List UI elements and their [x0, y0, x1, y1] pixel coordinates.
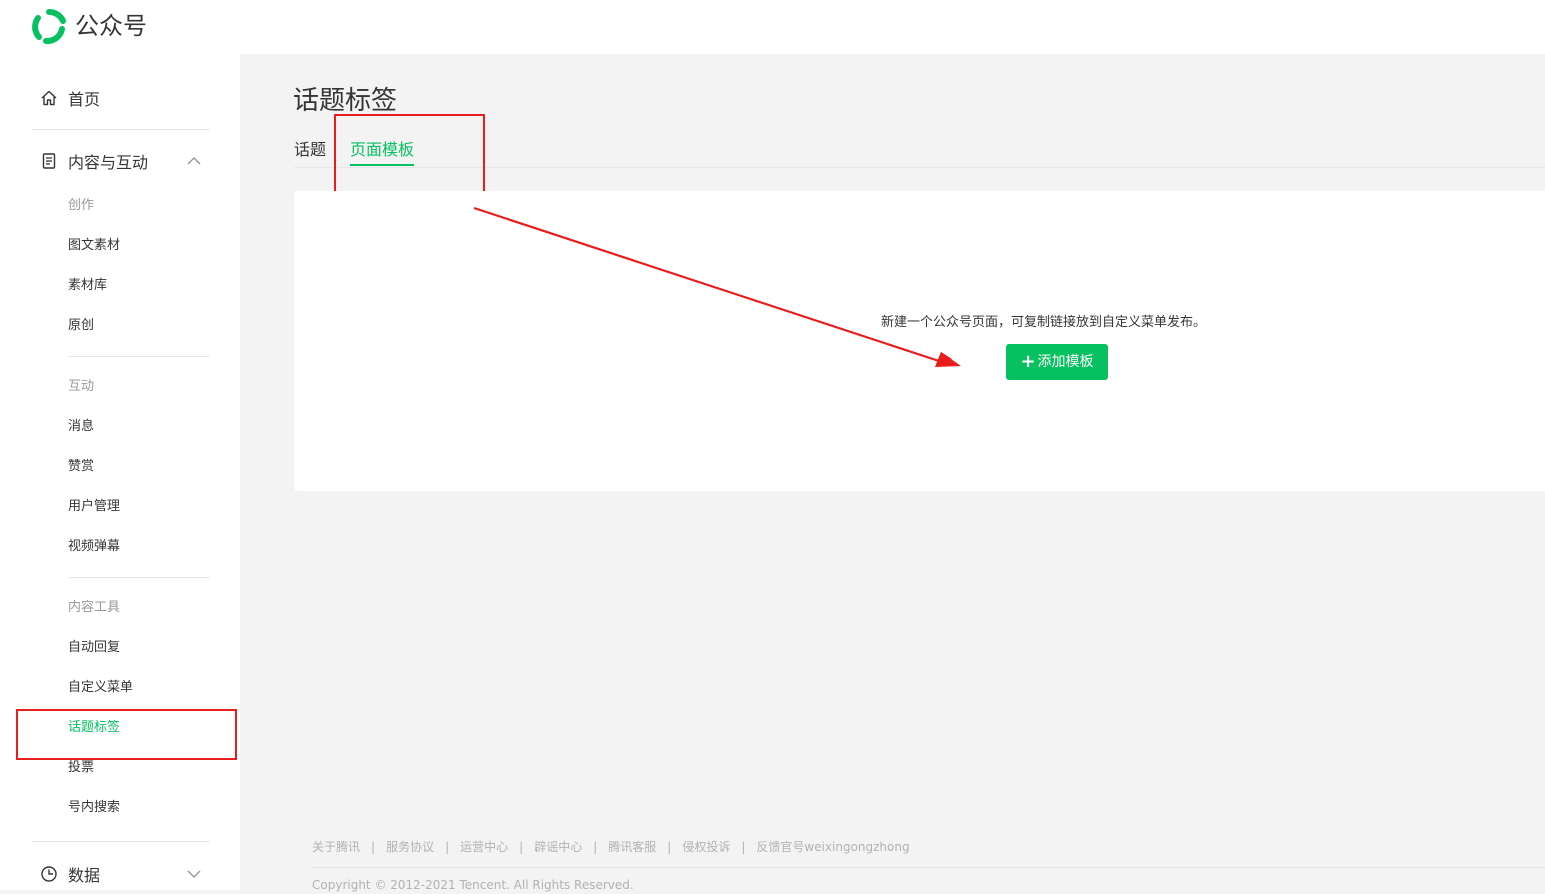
- sidebar-divider: [32, 841, 210, 842]
- sidebar-item-material-library[interactable]: 素材库: [68, 276, 107, 296]
- page-title: 话题标签: [293, 86, 398, 116]
- footer-link-infringement[interactable]: 侵权投诉: [682, 838, 730, 856]
- footer-separator: |: [667, 840, 672, 854]
- sidebar-highlight-box: [16, 709, 237, 760]
- footer-link-service-agreement[interactable]: 服务协议: [386, 838, 434, 856]
- footer-link-operation-center[interactable]: 运营中心: [460, 838, 508, 856]
- footer-separator: |: [741, 840, 746, 854]
- template-panel: 新建一个公众号页面，可复制链接放到自定义菜单发布。 + 添加模板: [294, 191, 1545, 491]
- sidebar-item-article-material[interactable]: 图文素材: [68, 236, 120, 256]
- sidebar-item-original[interactable]: 原创: [68, 316, 94, 336]
- footer-separator: |: [519, 840, 524, 854]
- wechat-official-logo-icon[interactable]: [30, 9, 68, 45]
- sidebar-group-create: 创作: [68, 198, 95, 213]
- clock-icon: [40, 865, 58, 883]
- footer-link-customer-service[interactable]: 腾讯客服: [608, 838, 656, 856]
- sidebar: 首页 内容与互动 创作 图文素材 素材库 原创 互动 消息 赞赏 用户管理 视频…: [0, 54, 240, 890]
- add-template-button[interactable]: + 添加模板: [1006, 344, 1108, 380]
- sidebar-item-messages[interactable]: 消息: [68, 417, 94, 437]
- chevron-up-icon[interactable]: [186, 153, 202, 169]
- footer-link-rumor-center[interactable]: 辟谣中心: [534, 838, 582, 856]
- sidebar-item-in-account-search[interactable]: 号内搜索: [68, 798, 120, 818]
- sidebar-item-content-interaction[interactable]: 内容与互动: [32, 141, 210, 181]
- sidebar-item-custom-menu[interactable]: 自定义菜单: [68, 678, 133, 698]
- tab-highlight-box: [334, 114, 485, 196]
- document-icon: [40, 152, 58, 170]
- footer-separator: |: [445, 840, 450, 854]
- sidebar-item-auto-reply[interactable]: 自动回复: [68, 638, 120, 658]
- sidebar-group-content-tools: 内容工具: [68, 600, 121, 615]
- sidebar-item-user-management[interactable]: 用户管理: [68, 497, 120, 517]
- footer-divider: [312, 867, 1545, 868]
- footer-links: 关于腾讯 | 服务协议 | 运营中心 | 辟谣中心 | 腾讯客服 | 侵权投诉 …: [312, 838, 910, 856]
- plus-icon: +: [1020, 351, 1036, 372]
- sidebar-divider: [68, 577, 210, 578]
- footer-separator: |: [371, 840, 376, 854]
- top-bar: 公众号: [0, 0, 1545, 54]
- footer-separator: |: [593, 840, 598, 854]
- chevron-down-icon[interactable]: [186, 866, 202, 882]
- sidebar-item-home[interactable]: 首页: [32, 78, 210, 118]
- tab-topic[interactable]: 话题: [294, 138, 326, 162]
- sidebar-group-interaction: 互动: [68, 379, 95, 394]
- home-icon: [40, 89, 58, 107]
- footer-link-about-tencent[interactable]: 关于腾讯: [312, 838, 360, 856]
- footer-link-feedback[interactable]: 反馈官号weixingongzhong: [756, 838, 909, 856]
- sidebar-divider: [68, 356, 210, 357]
- sidebar-item-appreciation[interactable]: 赞赏: [68, 457, 94, 477]
- sidebar-item-label: 内容与互动: [68, 153, 149, 172]
- app-name: 公众号: [75, 12, 147, 40]
- sidebar-item-vote[interactable]: 投票: [68, 758, 94, 778]
- sidebar-item-label: 数据: [68, 866, 101, 885]
- add-template-label: 添加模板: [1037, 354, 1094, 370]
- empty-state-text: 新建一个公众号页面，可复制链接放到自定义菜单发布。: [881, 315, 1207, 330]
- sidebar-divider: [32, 129, 210, 130]
- sidebar-item-data[interactable]: 数据: [32, 854, 210, 894]
- copyright: Copyright © 2012-2021 Tencent. All Right…: [312, 878, 634, 892]
- sidebar-item-label: 首页: [68, 90, 101, 109]
- sidebar-item-video-danmaku[interactable]: 视频弹幕: [68, 537, 120, 557]
